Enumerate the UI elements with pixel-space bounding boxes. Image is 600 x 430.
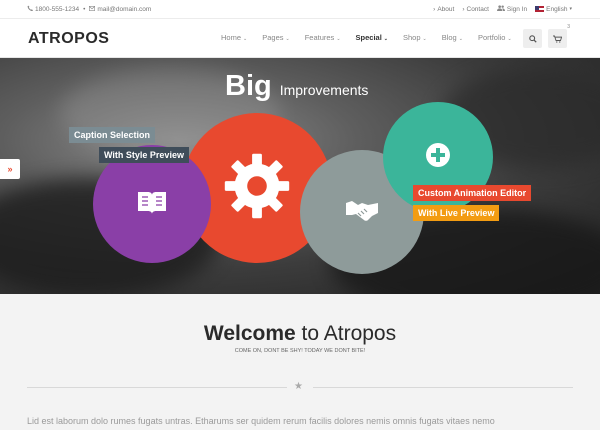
chevron-down-icon: ⌄ — [458, 36, 463, 42]
chevron-down-icon: ⌄ — [285, 36, 290, 42]
sign-in-link[interactable]: Sign In — [496, 5, 528, 13]
chevron-down-icon: ⌄ — [422, 36, 427, 42]
cart-button[interactable]: 3 — [548, 24, 570, 48]
nav-label: Home — [221, 33, 242, 42]
logo-text: ATROPOS — [28, 30, 110, 47]
star-icon: ★ — [294, 381, 303, 392]
handshake-icon — [346, 199, 378, 226]
divider-left — [27, 387, 287, 388]
hero-heading: Big Improvements — [225, 70, 368, 103]
contact-info: 1800-555-1234 • mail@domain.com — [27, 5, 151, 13]
email-address: mail@domain.com — [97, 5, 152, 13]
phone-icon — [27, 5, 33, 13]
nav-item-pages[interactable]: Pages ⌄ — [262, 33, 289, 42]
welcome-title: Welcome to Atropos — [0, 322, 600, 346]
welcome-section: Welcome to Atropos COME ON, DONT BE SHY!… — [0, 294, 600, 430]
hero-slider[interactable]: » Big Improvements Caption Selection Wit… — [0, 58, 600, 294]
about-label: About — [437, 5, 455, 13]
divider-right — [313, 387, 573, 388]
caption-selection-label: Caption Selection — [69, 127, 156, 143]
chevron-down-icon: ⌄ — [336, 36, 341, 42]
caption-live-preview-label: With Live Preview — [413, 205, 500, 221]
top-links: › About › Contact Sign In English ▾ — [433, 5, 572, 13]
about-link[interactable]: › About — [433, 6, 454, 13]
envelope-icon — [89, 5, 96, 13]
chevron-down-icon: ▾ — [569, 6, 572, 12]
double-chevron-right-icon: » — [7, 164, 13, 174]
nav-item-shop[interactable]: Shop ⌄ — [403, 33, 427, 42]
hero-title-big: Big — [225, 70, 272, 102]
nav-label: Portfolio — [477, 33, 506, 42]
gear-icon — [222, 151, 292, 226]
welcome-body-text: Lid est laborum dolo rumes fugats untras… — [27, 416, 495, 426]
contact-link[interactable]: › Contact — [462, 6, 489, 13]
caption-style-preview-label: With Style Preview — [99, 147, 189, 163]
main-header: ATROPOS Home ⌄ Pages ⌄ Features ⌄ Special ⌄ … — [0, 19, 600, 58]
nav-item-portfolio[interactable]: Portfolio ⌄ — [478, 33, 512, 42]
chevron-down-icon: ⌄ — [243, 36, 248, 42]
sign-in-label: Sign In — [506, 5, 528, 13]
welcome-subtitle: COME ON, DONT BE SHY! TODAY WE DONT BITE… — [234, 348, 366, 354]
phone-item[interactable]: 1800-555-1234 — [27, 5, 79, 13]
nav-item-special[interactable]: Special ⌄ — [356, 33, 388, 42]
phone-number: 1800-555-1234 — [35, 5, 80, 13]
caption-animation-editor-label: Custom Animation Editor — [413, 185, 532, 201]
chevron-right-icon: › — [433, 5, 436, 13]
chevron-right-icon: › — [462, 5, 465, 13]
nav-label: Pages — [262, 33, 284, 42]
us-flag-icon — [535, 6, 545, 12]
nav-item-features[interactable]: Features ⌄ — [305, 33, 341, 42]
search-icon — [528, 30, 537, 48]
top-bar: 1800-555-1234 • mail@domain.com › About … — [0, 0, 600, 19]
slider-toggle-tab[interactable]: » — [0, 159, 20, 179]
nav-label: Shop — [402, 33, 421, 42]
nav-item-home[interactable]: Home ⌄ — [221, 33, 247, 42]
contact-label: Contact — [466, 5, 489, 13]
shopping-cart-icon — [553, 30, 563, 48]
nav-item-blog[interactable]: Blog ⌄ — [442, 33, 463, 42]
separator-dot: • — [83, 5, 86, 13]
plus-circle-icon — [425, 142, 451, 173]
chevron-down-icon: ⌄ — [383, 36, 388, 42]
book-icon — [136, 188, 168, 221]
users-icon — [496, 5, 505, 13]
welcome-title-rest: to Atropos — [301, 322, 397, 345]
nav-label: Blog — [441, 33, 457, 42]
nav-label: Special — [355, 33, 382, 42]
main-nav: Home ⌄ Pages ⌄ Features ⌄ Special ⌄ Shop ⌄ Bl… — [221, 33, 512, 42]
language-label: English — [546, 5, 568, 13]
search-button[interactable] — [523, 29, 542, 48]
hero-title-rest: Improvements — [279, 82, 369, 98]
welcome-title-bold: Welcome — [203, 322, 296, 345]
email-item[interactable]: mail@domain.com — [89, 6, 151, 13]
nav-label: Features — [304, 33, 335, 42]
chevron-down-icon: ⌄ — [507, 36, 512, 42]
cart-count-badge: 3 — [567, 24, 570, 30]
site-logo[interactable]: ATROPOS — [28, 30, 109, 48]
language-selector[interactable]: English ▾ — [535, 6, 572, 13]
